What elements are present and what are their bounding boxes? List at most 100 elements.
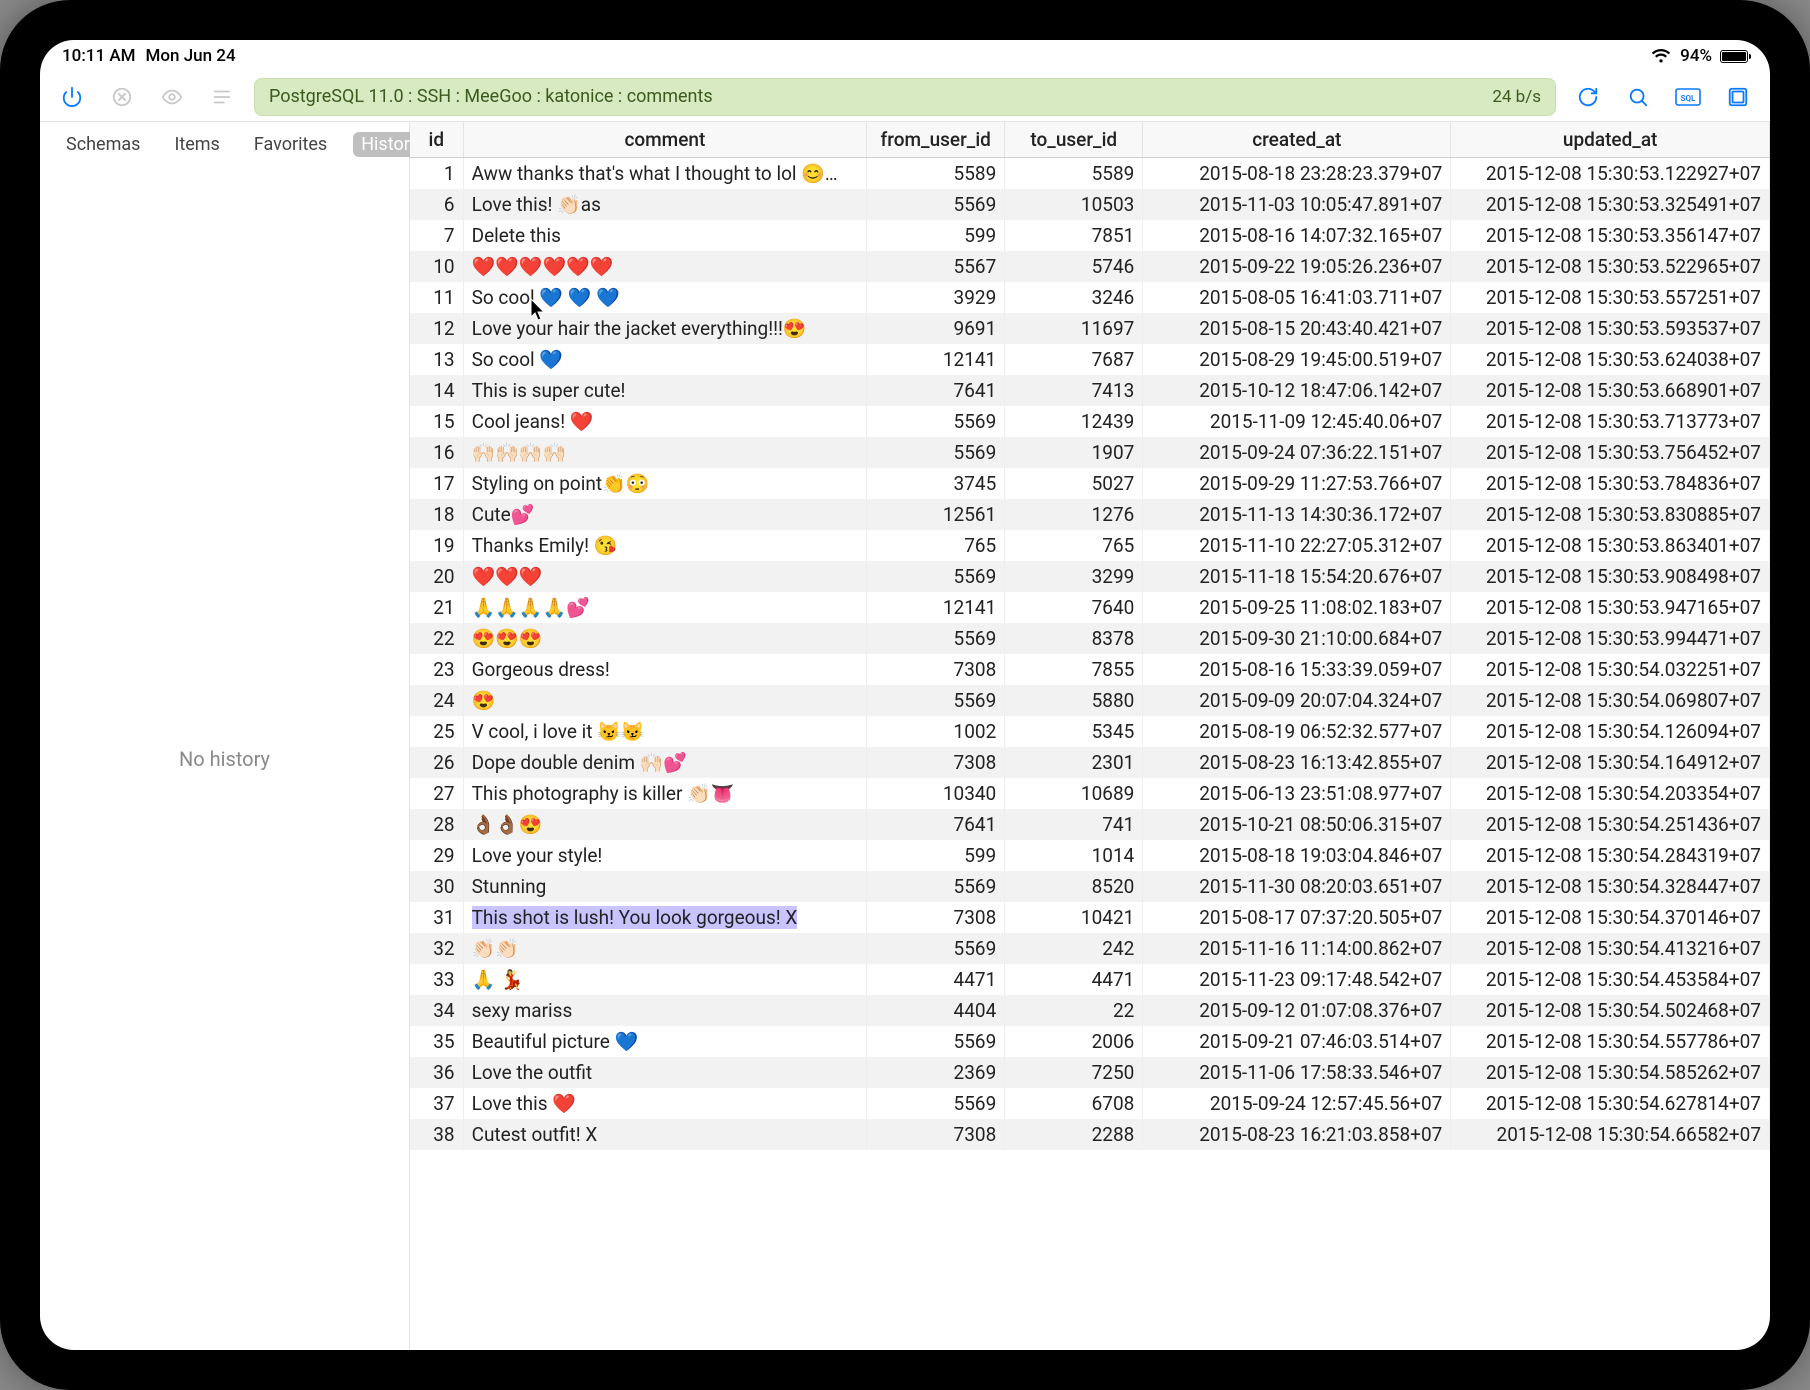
cell-from-user-id[interactable]: 7308 [867,1119,1005,1150]
table-row[interactable]: 31This shot is lush! You look gorgeous! … [410,902,1770,933]
cell-to-user-id[interactable]: 2301 [1005,747,1143,778]
cell-to-user-id[interactable]: 2288 [1005,1119,1143,1150]
tab-schemas[interactable]: Schemas [58,132,148,157]
table-row[interactable]: 27This photography is killer 👏🏻👅10340106… [410,778,1770,809]
table-row[interactable]: 6Love this! 👏🏻as5569105032015-11-03 10:0… [410,189,1770,220]
cell-comment[interactable]: Stunning [463,871,867,902]
cell-updated-at[interactable]: 2015-12-08 15:30:53.947165+07 [1451,592,1770,623]
cell-to-user-id[interactable]: 10503 [1005,189,1143,220]
cell-from-user-id[interactable]: 765 [867,530,1005,561]
cell-updated-at[interactable]: 2015-12-08 15:30:53.624038+07 [1451,344,1770,375]
table-row[interactable]: 1Aww thanks that's what I thought to lol… [410,158,1770,190]
cell-updated-at[interactable]: 2015-12-08 15:30:53.122927+07 [1451,158,1770,190]
cell-to-user-id[interactable]: 22 [1005,995,1143,1026]
cell-from-user-id[interactable]: 5567 [867,251,1005,282]
cell-from-user-id[interactable]: 5569 [867,437,1005,468]
cell-to-user-id[interactable]: 8378 [1005,623,1143,654]
cell-updated-at[interactable]: 2015-12-08 15:30:54.284319+07 [1451,840,1770,871]
th-comment[interactable]: comment [463,122,867,158]
cell-updated-at[interactable]: 2015-12-08 15:30:53.325491+07 [1451,189,1770,220]
cell-updated-at[interactable]: 2015-12-08 15:30:54.251436+07 [1451,809,1770,840]
cell-id[interactable]: 25 [410,716,463,747]
cell-id[interactable]: 17 [410,468,463,499]
cell-from-user-id[interactable]: 5569 [867,623,1005,654]
cell-from-user-id[interactable]: 7308 [867,902,1005,933]
cell-id[interactable]: 31 [410,902,463,933]
cell-to-user-id[interactable]: 2006 [1005,1026,1143,1057]
cell-comment[interactable]: Thanks Emily! 😘 [463,530,867,561]
cell-comment[interactable]: Love your style! [463,840,867,871]
table-row[interactable]: 38Cutest outfit! X730822882015-08-23 16:… [410,1119,1770,1150]
cell-id[interactable]: 11 [410,282,463,313]
table-row[interactable]: 7Delete this59978512015-08-16 14:07:32.1… [410,220,1770,251]
cell-updated-at[interactable]: 2015-12-08 15:30:53.356147+07 [1451,220,1770,251]
cell-updated-at[interactable]: 2015-12-08 15:30:54.328447+07 [1451,871,1770,902]
table-row[interactable]: 32👏🏻👏🏻55692422015-11-16 11:14:00.862+072… [410,933,1770,964]
cell-to-user-id[interactable]: 10689 [1005,778,1143,809]
cell-from-user-id[interactable]: 5569 [867,1026,1005,1057]
cell-from-user-id[interactable]: 7641 [867,375,1005,406]
cell-created-at[interactable]: 2015-08-19 06:52:32.577+07 [1143,716,1451,747]
table-row[interactable]: 28👌🏾👌🏾😍76417412015-10-21 08:50:06.315+07… [410,809,1770,840]
cell-created-at[interactable]: 2015-11-09 12:45:40.06+07 [1143,406,1451,437]
cell-comment[interactable]: 🙏 💃 [463,964,867,995]
cell-comment[interactable]: sexy mariss [463,995,867,1026]
cell-id[interactable]: 24 [410,685,463,716]
cancel-icon[interactable] [104,79,140,115]
cell-created-at[interactable]: 2015-09-24 07:36:22.151+07 [1143,437,1451,468]
cell-created-at[interactable]: 2015-06-13 23:51:08.977+07 [1143,778,1451,809]
cell-created-at[interactable]: 2015-11-16 11:14:00.862+07 [1143,933,1451,964]
cell-updated-at[interactable]: 2015-12-08 15:30:53.593537+07 [1451,313,1770,344]
table-row[interactable]: 23Gorgeous dress!730878552015-08-16 15:3… [410,654,1770,685]
cell-comment[interactable]: Love the outfit [463,1057,867,1088]
table-row[interactable]: 16🙌🏻🙌🏻🙌🏻🙌🏻556919072015-09-24 07:36:22.15… [410,437,1770,468]
cell-comment[interactable]: 😍😍😍 [463,623,867,654]
cell-comment[interactable]: Love your hair the jacket everything!!!😍 [463,313,867,344]
cell-from-user-id[interactable]: 10340 [867,778,1005,809]
power-icon[interactable] [54,79,90,115]
list-icon[interactable] [204,79,240,115]
cell-to-user-id[interactable]: 7855 [1005,654,1143,685]
cell-comment[interactable]: Cutest outfit! X [463,1119,867,1150]
cell-from-user-id[interactable]: 599 [867,840,1005,871]
table-row[interactable]: 34sexy mariss4404222015-09-12 01:07:08.3… [410,995,1770,1026]
cell-created-at[interactable]: 2015-09-25 11:08:02.183+07 [1143,592,1451,623]
table-row[interactable]: 24😍556958802015-09-09 20:07:04.324+07201… [410,685,1770,716]
cell-id[interactable]: 20 [410,561,463,592]
cell-to-user-id[interactable]: 242 [1005,933,1143,964]
cell-created-at[interactable]: 2015-09-09 20:07:04.324+07 [1143,685,1451,716]
cell-to-user-id[interactable]: 7687 [1005,344,1143,375]
cell-id[interactable]: 22 [410,623,463,654]
tab-items[interactable]: Items [166,132,227,157]
cell-from-user-id[interactable]: 7308 [867,747,1005,778]
search-icon[interactable] [1620,79,1656,115]
cell-comment[interactable]: Love this ❤️ [463,1088,867,1119]
cell-updated-at[interactable]: 2015-12-08 15:30:53.830885+07 [1451,499,1770,530]
th-to-user-id[interactable]: to_user_id [1005,122,1143,158]
cell-created-at[interactable]: 2015-09-29 11:27:53.766+07 [1143,468,1451,499]
cell-comment[interactable]: Cute💕 [463,499,867,530]
cell-comment[interactable]: Dope double denim 🙌🏻💕 [463,747,867,778]
th-from-user-id[interactable]: from_user_id [867,122,1005,158]
cell-updated-at[interactable]: 2015-12-08 15:30:54.069807+07 [1451,685,1770,716]
table-row[interactable]: 35Beautiful picture 💙556920062015-09-21 … [410,1026,1770,1057]
cell-comment[interactable]: This is super cute! [463,375,867,406]
cell-comment[interactable]: Beautiful picture 💙 [463,1026,867,1057]
cell-from-user-id[interactable]: 599 [867,220,1005,251]
cell-from-user-id[interactable]: 12561 [867,499,1005,530]
cell-updated-at[interactable]: 2015-12-08 15:30:54.585262+07 [1451,1057,1770,1088]
cell-id[interactable]: 18 [410,499,463,530]
cell-created-at[interactable]: 2015-08-29 19:45:00.519+07 [1143,344,1451,375]
cell-to-user-id[interactable]: 1276 [1005,499,1143,530]
cell-to-user-id[interactable]: 7250 [1005,1057,1143,1088]
cell-updated-at[interactable]: 2015-12-08 15:30:53.994471+07 [1451,623,1770,654]
cell-to-user-id[interactable]: 5746 [1005,251,1143,282]
table-row[interactable]: 25V cool, i love it 😼😼100253452015-08-19… [410,716,1770,747]
cell-updated-at[interactable]: 2015-12-08 15:30:53.784836+07 [1451,468,1770,499]
cell-to-user-id[interactable]: 7851 [1005,220,1143,251]
cell-id[interactable]: 27 [410,778,463,809]
cell-id[interactable]: 30 [410,871,463,902]
table-row[interactable]: 22😍😍😍556983782015-09-30 21:10:00.684+072… [410,623,1770,654]
cell-to-user-id[interactable]: 12439 [1005,406,1143,437]
table-row[interactable]: 29Love your style!59910142015-08-18 19:0… [410,840,1770,871]
